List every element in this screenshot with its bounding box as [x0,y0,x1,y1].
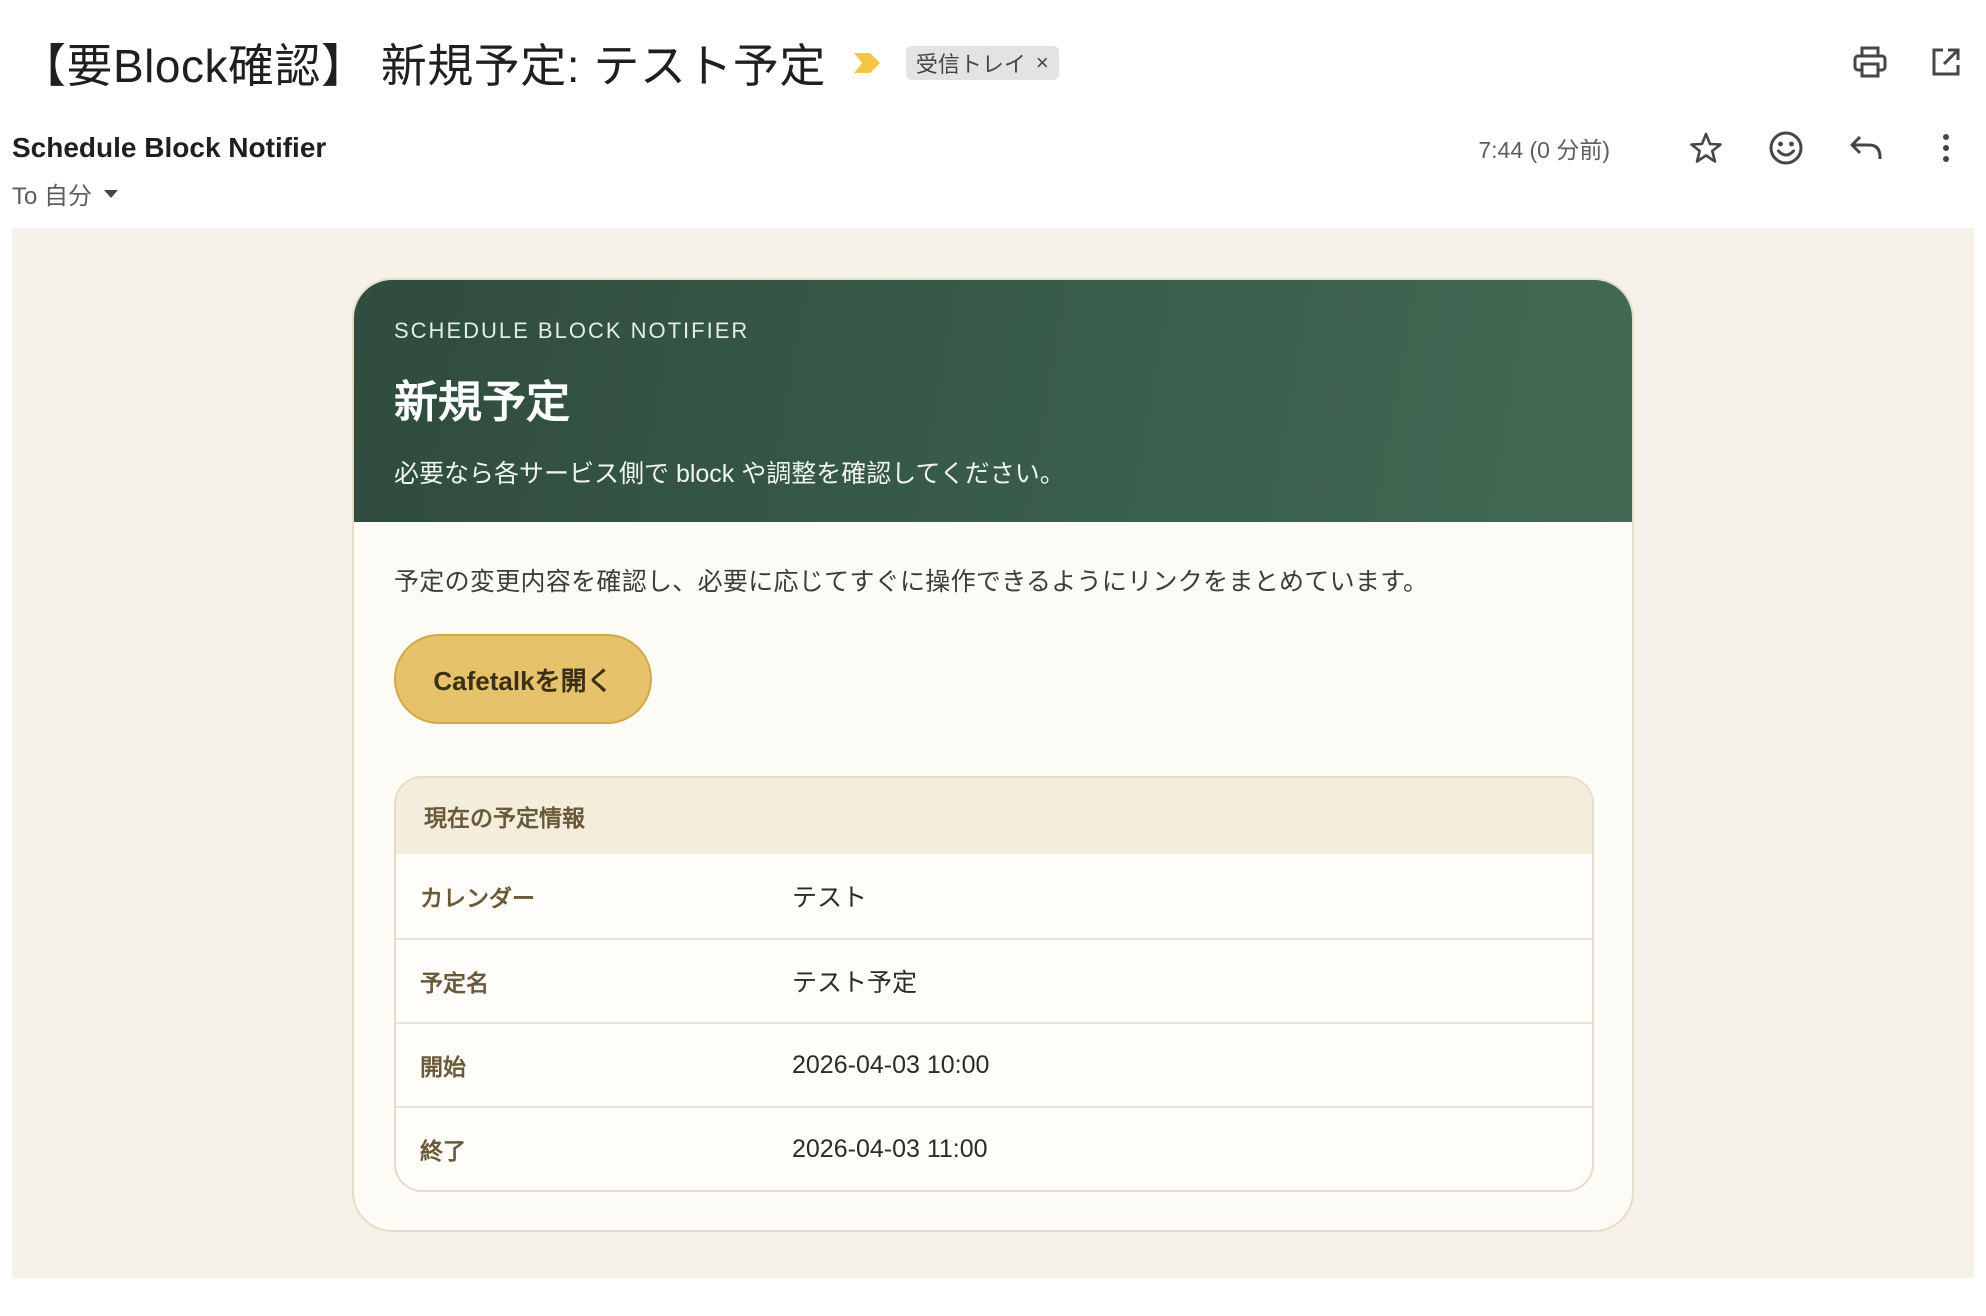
open-cafetalk-button[interactable]: Cafetalkを開く [394,634,652,724]
star-icon [1690,132,1722,163]
table-row: 予定名 テスト予定 [396,938,1592,1022]
chevron-down-icon [104,189,119,198]
inbox-label-text: 受信トレイ [915,52,1026,77]
more-vert-icon [1943,134,1949,162]
table-row: 開始 2026-04-03 10:00 [396,1022,1592,1106]
row-key: カレンダー [420,885,535,911]
reply-button[interactable] [1846,128,1886,168]
emoji-icon [1769,131,1803,165]
message-actions: 7:44 (0 分前) [1478,128,1966,168]
add-reaction-button[interactable] [1766,128,1806,168]
row-value: テスト [792,884,868,912]
card-title: 新規予定 [394,378,570,427]
row-value: 2026-04-03 10:00 [792,1050,990,1079]
sender-name[interactable]: Schedule Block Notifier [12,132,326,164]
card-content: 予定の変更内容を確認し、必要に応じてすぐに操作できるようにリンクをまとめています… [354,522,1632,1192]
recipient-details-toggle[interactable]: To 自分 [12,176,326,211]
open-in-new-icon [1932,48,1960,76]
message-timestamp: 7:44 (0 分前) [1478,137,1610,163]
table-row: カレンダー テスト [396,854,1592,938]
table-row: 終了 2026-04-03 11:00 [396,1106,1592,1190]
schedule-info-table: 現在の予定情報 カレンダー テスト 予定名 テスト予定 開始 2026-04-0… [394,776,1594,1192]
subject-row: 【要Block確認】 新規予定: テスト予定 受信トレイ × [20,30,1059,96]
card-intro-text: 予定の変更内容を確認し、必要に応じてすぐに操作できるようにリンクをまとめています… [394,568,1429,596]
more-options-button[interactable] [1926,128,1966,168]
printer-icon [1853,46,1887,78]
inbox-label-chip[interactable]: 受信トレイ × [905,46,1059,80]
print-button[interactable] [1850,42,1890,82]
sender-block: Schedule Block Notifier To 自分 [12,132,326,211]
table-body: カレンダー テスト 予定名 テスト予定 開始 2026-04-03 10:00 … [396,854,1592,1190]
email-subject: 【要Block確認】 新規予定: テスト予定 [20,40,826,92]
star-button[interactable] [1686,128,1726,168]
row-key: 終了 [420,1138,466,1164]
row-value: 2026-04-03 11:00 [792,1134,988,1163]
header-actions [1850,42,1966,82]
notification-card: SCHEDULE BLOCK NOTIFIER 新規予定 必要なら各サービス側で… [352,278,1634,1232]
recipient-text: To 自分 [12,183,93,210]
table-heading: 現在の予定情報 [396,778,1592,854]
open-in-new-window-button[interactable] [1926,42,1966,82]
card-header: SCHEDULE BLOCK NOTIFIER 新規予定 必要なら各サービス側で… [354,280,1632,522]
card-eyebrow: SCHEDULE BLOCK NOTIFIER [394,318,750,343]
reply-icon [1850,135,1882,159]
remove-label-button[interactable]: × [1036,52,1049,74]
row-value: テスト予定 [792,969,918,997]
row-key: 予定名 [420,970,489,996]
importance-arrow-icon[interactable] [853,53,880,73]
card-subtitle: 必要なら各サービス側で block や調整を確認してください。 [394,460,1065,488]
row-key: 開始 [420,1054,466,1080]
